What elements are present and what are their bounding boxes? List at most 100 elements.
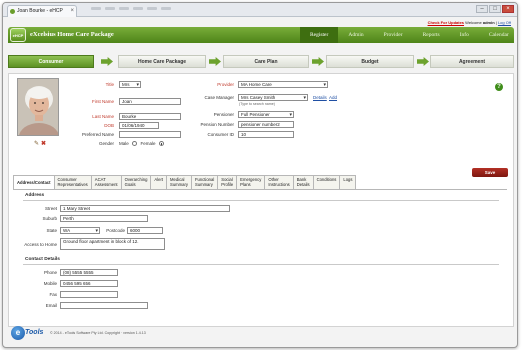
check-updates-link[interactable]: Check For Updates [428, 20, 464, 25]
consumer-form: ✎ ✖ Title Mrs First Name Joan Last Name … [8, 73, 514, 327]
provider-select[interactable]: MA Home Care [238, 81, 328, 88]
tab-other-instructions[interactable]: Other Instructions [264, 175, 294, 189]
logout-link[interactable]: Log Off [498, 20, 511, 25]
mobile-input[interactable]: 0456 595 656 [60, 280, 118, 287]
delete-x-icon[interactable]: ✖ [41, 140, 46, 147]
tab-close-icon[interactable]: × [70, 6, 74, 17]
suburb-input[interactable]: Perth [60, 215, 148, 222]
tab-functional-summary[interactable]: Functional Summary [190, 175, 219, 189]
consumer-id-label: Consumer ID [207, 132, 234, 137]
nav-reports[interactable]: Reports [413, 27, 450, 43]
dob-input[interactable]: 01/06/1940 [119, 122, 159, 129]
footer: e Tools © 2014 - eTools Software Pty Ltd… [8, 325, 514, 343]
nav-admin[interactable]: Admin [338, 27, 373, 43]
tab-acat-assessment[interactable]: ACAT Assessment [90, 175, 122, 189]
tab-social-profile[interactable]: Social Profile [217, 175, 238, 189]
gender-label: Gender [98, 141, 114, 146]
tab-consumer-representatives[interactable]: Consumer Representatives [53, 175, 92, 189]
gender-female-label: Female [140, 141, 156, 146]
section-divider [23, 200, 499, 201]
app-logo: eHCP [10, 28, 26, 42]
maximize-button[interactable]: □ [489, 5, 501, 13]
state-select[interactable]: WA [60, 227, 100, 234]
etools-logo-icon: e [11, 326, 25, 340]
tab-title: Joan Bourke - eHCP [17, 8, 63, 14]
app-header: eHCP eXcelsius Home Care Package Registe… [8, 27, 514, 43]
preferred-name-label: Preferred Name [81, 132, 114, 137]
step-budget[interactable]: Budget [326, 55, 414, 68]
tab-medical-summary[interactable]: Medical Summary [166, 175, 192, 189]
gender-female-radio[interactable] [158, 141, 164, 147]
tab-overarching-goals[interactable]: Overarching Goals [120, 175, 152, 189]
first-name-label: First Name [91, 99, 114, 104]
browser-titlebar: Joan Bourke - eHCP × – □ × [3, 3, 517, 17]
browser-menu [91, 7, 171, 10]
case-manager-label: Case Manager [204, 95, 234, 100]
pension-number-input[interactable]: pensioner number2 [238, 121, 294, 128]
fax-input[interactable] [60, 291, 118, 298]
address-section-title: Address [25, 193, 45, 198]
workflow-steps: Consumer Home Care Package Care Plan Bud… [8, 55, 514, 69]
gender-male-label: Male [119, 141, 129, 146]
save-button[interactable]: Save [472, 168, 508, 177]
first-name-input[interactable]: Joan [119, 98, 181, 105]
step-agreement[interactable]: Agreement [430, 55, 514, 68]
app-title: eXcelsius Home Care Package [30, 31, 114, 38]
favicon-icon [10, 9, 15, 14]
step-consumer[interactable]: Consumer [8, 55, 94, 68]
minimize-button[interactable]: – [476, 5, 488, 13]
gender-male-radio[interactable] [131, 141, 137, 147]
case-manager-input[interactable]: Mrs Casey Smith [238, 94, 308, 101]
browser-window: Joan Bourke - eHCP × – □ × Check For Upd… [2, 2, 518, 348]
street-input[interactable]: 1 Mary Street [60, 205, 230, 212]
last-name-input[interactable]: Bourke [119, 113, 181, 120]
title-select[interactable]: Mrs [119, 81, 141, 88]
preferred-name-input[interactable] [119, 131, 181, 138]
tab-divider [13, 189, 507, 190]
section-divider [23, 264, 499, 265]
tab-address-contact[interactable]: Address/Contact [13, 175, 55, 189]
tab-emergency-plans[interactable]: Emergency Plans [236, 175, 266, 189]
case-manager-hint: (Type to search name) [239, 102, 275, 106]
tab-strip: Address/Contact Consumer Representatives… [13, 175, 357, 189]
nav-info[interactable]: Info [450, 27, 479, 43]
state-label: State [46, 228, 57, 233]
help-icon[interactable]: ? [495, 83, 503, 91]
step-arrow-icon [417, 57, 429, 66]
pensioner-label: Pensioner [213, 112, 234, 117]
nav-register[interactable]: Register [300, 27, 339, 43]
browser-tab[interactable]: Joan Bourke - eHCP × [7, 5, 77, 17]
step-arrow-icon [312, 57, 324, 66]
main-nav: Register Admin Provider Reports Info Cal… [300, 27, 517, 43]
access-to-home-textarea[interactable]: Ground floor apartment in block of 12. [60, 238, 165, 250]
phone-input[interactable]: (08) 5555 5555 [60, 269, 118, 276]
window-controls: – □ × [476, 5, 514, 13]
suburb-label: Suburb [42, 216, 57, 221]
contact-section-title: Contact Details [25, 257, 60, 262]
email-input[interactable] [60, 302, 148, 309]
welcome-text: Welcome [465, 20, 482, 25]
edit-pencil-icon[interactable]: ✎ [34, 140, 39, 147]
step-home-care-package[interactable]: Home Care Package [118, 55, 206, 68]
gender-group: Male Female [119, 141, 164, 147]
case-manager-add-link[interactable]: Add [329, 95, 337, 100]
tab-alert[interactable]: Alert [150, 175, 168, 189]
close-window-button[interactable]: × [502, 5, 514, 13]
postcode-input[interactable]: 6000 [127, 227, 163, 234]
nav-calendar[interactable]: Calendar [479, 27, 517, 43]
step-care-plan[interactable]: Care Plan [223, 55, 309, 68]
consumer-id-input[interactable]: 10 [238, 131, 294, 138]
tab-logs[interactable]: Logs [339, 175, 357, 189]
provider-label: Provider [217, 82, 234, 87]
fax-label: Fax [49, 292, 57, 297]
title-label: Title [105, 82, 114, 87]
postcode-label: Postcode [106, 228, 125, 233]
tab-conditions[interactable]: Conditions [312, 175, 341, 189]
case-manager-details-link[interactable]: Details [313, 95, 327, 100]
phone-label: Phone [43, 270, 57, 275]
pensioner-select[interactable]: Full Pensioner [238, 111, 294, 118]
top-links: Check For Updates Welcome admin | Log Of… [428, 20, 511, 25]
access-to-home-label: Access to Home [24, 242, 57, 247]
tab-bank-details[interactable]: Bank Details [292, 175, 314, 189]
nav-provider[interactable]: Provider [374, 27, 413, 43]
